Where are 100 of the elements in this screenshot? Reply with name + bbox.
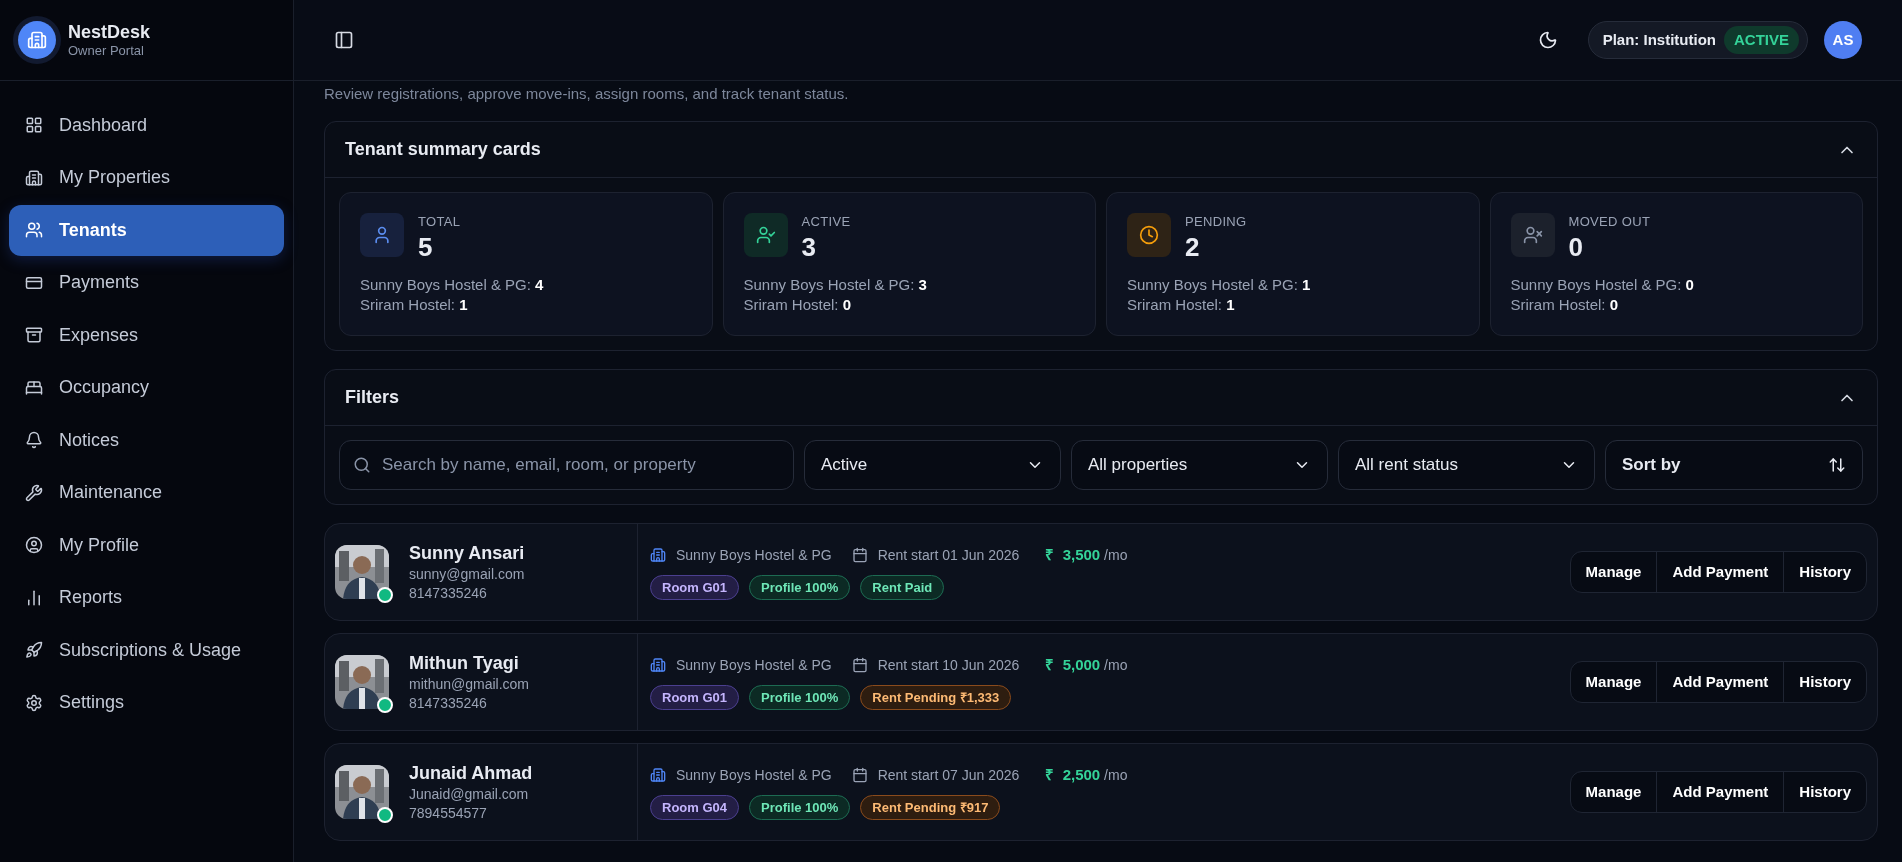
sidebar-item[interactable]: My Profile — [9, 520, 284, 571]
row-action-button[interactable]: Manage — [1570, 552, 1657, 592]
user-circle-icon — [25, 536, 43, 555]
plan-label: Plan: Institution — [1602, 29, 1716, 50]
tenant-phone: 8147335246 — [409, 584, 488, 603]
plan-status: ACTIVE — [1724, 25, 1799, 55]
status-tag: Room G01 — [650, 685, 739, 711]
archive-icon — [25, 326, 43, 345]
row-action-button[interactable]: History — [1783, 552, 1866, 592]
grid-icon — [25, 116, 43, 135]
property-count: Sunny Boys Hostel & PG: 4 — [360, 275, 545, 295]
status-tag: Profile 100% — [749, 685, 851, 711]
row-action-button[interactable]: Manage — [1570, 662, 1657, 702]
property-name: Sunny Boys Hostel & PG — [676, 545, 832, 565]
sidebar-item[interactable]: Tenants — [9, 205, 284, 256]
filter-dropdown[interactable]: Active — [804, 440, 1061, 490]
building-icon — [650, 657, 666, 673]
tenant-phone: 7894554577 — [409, 804, 488, 823]
status-tag: Profile 100% — [749, 795, 851, 821]
building-icon — [25, 168, 43, 187]
sort-dropdown[interactable]: Sort by — [1605, 440, 1863, 490]
users-icon — [25, 221, 43, 240]
building-icon — [650, 767, 666, 783]
card-label: PENDING — [1185, 213, 1247, 231]
search-icon — [353, 456, 371, 474]
sidebar-item[interactable]: Notices — [9, 415, 284, 466]
property-count: Sriram Hostel: 0 — [743, 295, 853, 315]
tenant-name: Sunny Ansari — [409, 542, 525, 565]
bar-chart-icon — [25, 588, 43, 607]
row-action-button[interactable]: Add Payment — [1656, 552, 1784, 592]
user-avatar[interactable]: AS — [1824, 21, 1862, 59]
sidebar-item[interactable]: Settings — [9, 677, 284, 728]
bed-icon — [25, 378, 43, 397]
clock-icon — [1127, 213, 1171, 257]
status-tag: Rent Pending ₹917 — [860, 795, 1001, 821]
rent-start: Rent start 10 Jun 2026 — [877, 655, 1020, 675]
sidebar-item[interactable]: Occupancy — [9, 362, 284, 413]
user-x-icon — [1510, 213, 1555, 257]
row-action-button[interactable]: History — [1783, 772, 1866, 812]
card-label: MOVED OUT — [1568, 213, 1651, 231]
user-icon — [360, 213, 404, 257]
row-action-button[interactable]: Add Payment — [1656, 772, 1784, 812]
property-count: Sunny Boys Hostel & PG: 3 — [743, 275, 928, 295]
sidebar-item[interactable]: Payments — [9, 257, 284, 308]
filter-dropdown[interactable]: All rent status — [1338, 440, 1595, 490]
user-check-icon — [743, 213, 788, 257]
calendar-icon — [851, 657, 868, 673]
status-tag: Rent Paid — [860, 575, 945, 601]
section-title: Filters — [345, 386, 400, 409]
card-value: 5 — [418, 231, 434, 263]
sort-icon — [1828, 456, 1846, 474]
page-subtitle: Review registrations, approve move-ins, assign rooms, and track tenant status. — [324, 85, 850, 103]
brand-subtitle: Owner Portal — [68, 43, 145, 60]
rent-start: Rent start 07 Jun 2026 — [877, 765, 1020, 785]
sidebar-item[interactable]: Maintenance — [9, 467, 284, 518]
sidebar-item[interactable]: Expenses — [9, 310, 284, 361]
bell-icon — [25, 431, 43, 450]
tenant-phone: 8147335246 — [409, 694, 488, 713]
calendar-icon — [851, 767, 868, 783]
status-tag: Profile 100% — [749, 575, 851, 601]
rent-amount: ₹ 3,500 /mo — [1045, 544, 1128, 565]
card-value: 0 — [1568, 231, 1584, 263]
search-field[interactable]: Search by name, email, room, or property — [339, 440, 794, 490]
dark-mode-icon[interactable] — [1537, 30, 1558, 50]
sidebar-item[interactable]: Dashboard — [9, 100, 284, 151]
brand-name: NestDesk — [68, 20, 151, 44]
card-label: ACTIVE — [801, 213, 851, 231]
row-action-button[interactable]: Manage — [1570, 772, 1657, 812]
sidebar-item[interactable]: Reports — [9, 572, 284, 623]
rent-amount: ₹ 2,500 /mo — [1045, 764, 1128, 785]
wrench-icon — [25, 483, 43, 502]
tenant-email: mithun@gmail.com — [409, 675, 530, 694]
sidebar-item[interactable]: Subscriptions & Usage — [9, 625, 284, 676]
status-tag: Room G04 — [650, 795, 739, 821]
card-label: TOTAL — [418, 213, 461, 231]
status-tag: Room G01 — [650, 575, 739, 601]
rent-start: Rent start 01 Jun 2026 — [877, 545, 1020, 565]
building-icon — [650, 547, 666, 563]
row-action-button[interactable]: Add Payment — [1656, 662, 1784, 702]
row-action-button[interactable]: History — [1783, 662, 1866, 702]
filter-dropdown[interactable]: All properties — [1071, 440, 1328, 490]
property-name: Sunny Boys Hostel & PG — [676, 655, 832, 675]
property-name: Sunny Boys Hostel & PG — [676, 765, 832, 785]
property-count: Sriram Hostel: 0 — [1510, 295, 1620, 315]
settings-icon — [25, 693, 43, 712]
rocket-icon — [25, 641, 43, 660]
tenant-email: Junaid@gmail.com — [409, 785, 530, 804]
rent-amount: ₹ 5,000 /mo — [1045, 654, 1128, 675]
tenant-name: Junaid Ahmad — [409, 762, 533, 785]
section-title: Tenant summary cards — [345, 138, 541, 161]
property-count: Sriram Hostel: 1 — [1127, 295, 1236, 315]
tenant-name: Mithun Tyagi — [409, 652, 520, 675]
card-value: 3 — [801, 231, 817, 263]
sidebar-toggle-icon[interactable] — [334, 30, 354, 50]
calendar-icon — [851, 547, 868, 563]
status-tag: Rent Pending ₹1,333 — [860, 685, 1012, 711]
sidebar-item[interactable]: My Properties — [9, 152, 284, 203]
property-count: Sunny Boys Hostel & PG: 0 — [1510, 275, 1695, 295]
tenant-email: sunny@gmail.com — [409, 565, 525, 584]
card-value: 2 — [1185, 231, 1201, 263]
